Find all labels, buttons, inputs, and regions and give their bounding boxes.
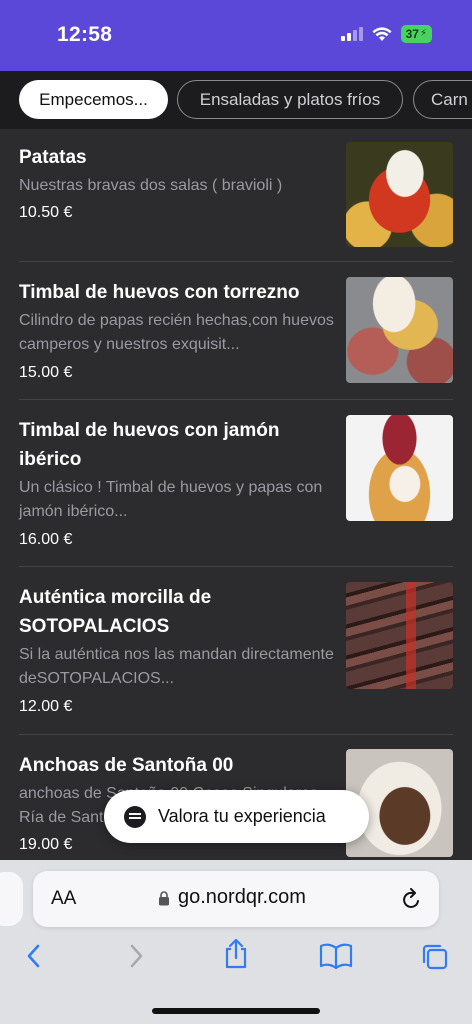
lock-icon [159,891,169,906]
item-price: 15.00 € [19,364,73,381]
battery-indicator: 37 ⚡ [400,25,432,43]
address-bar[interactable]: AA go.nordqr.com [33,871,439,927]
tab-ensaladas[interactable]: Ensaladas y platos fríos [177,80,403,119]
tab-empecemos[interactable]: Empecemos... [19,80,168,119]
previous-tab-peek[interactable] [0,872,23,926]
status-icons: 37 ⚡ [340,25,432,43]
rate-experience-label: Valora tu experiencia [158,806,326,826]
item-name: Auténtica morcilla de SOTOPALACIOS [19,587,212,637]
item-price: 12.00 € [19,698,73,715]
rate-experience-button[interactable]: Valora tu experiencia [104,790,369,843]
tab-carnes[interactable]: Carn [413,80,472,119]
category-tabs: Empecemos... Ensaladas y platos fríos Ca… [0,71,472,129]
menu-list: Patatas Nuestras bravas dos salas ( brav… [0,129,472,860]
item-photo[interactable] [346,582,453,689]
signal-icon [340,27,363,41]
menu-item[interactable]: Patatas Nuestras bravas dos salas ( brav… [0,129,472,262]
status-bar: 12:58 37 ⚡ [0,0,472,71]
item-price: 10.50 € [19,204,73,221]
battery-level: 37 [405,27,419,41]
item-name: Timbal de huevos con jamón ibérico [19,420,280,470]
item-description: Nuestras bravas dos salas ( bravioli ) [19,177,283,194]
reload-icon[interactable] [401,887,423,911]
item-photo[interactable] [346,142,453,247]
menu-item[interactable]: Timbal de huevos con jamón ibérico Un cl… [0,400,472,567]
item-description: Un clásico ! Timbal de huevos y papas co… [19,479,323,520]
item-price: 19.00 € [19,836,73,853]
reader-options-button[interactable]: AA [51,888,76,910]
item-photo[interactable] [346,277,453,383]
tabs-icon[interactable] [420,942,450,972]
forward-icon[interactable] [126,942,146,970]
wifi-icon [372,26,392,41]
charging-bolt-icon: ⚡ [419,28,427,39]
item-price: 16.00 € [19,531,73,548]
bookmarks-icon[interactable] [319,942,353,970]
url-text[interactable]: go.nordqr.com [178,886,306,909]
browser-toolbar: AA go.nordqr.com [0,860,472,1024]
status-time: 12:58 [57,23,113,46]
chat-bubble-icon [124,805,146,828]
item-name: Patatas [19,147,87,168]
navigation-toolbar [0,938,472,982]
item-name: Anchoas de Santoña 00 [19,755,234,776]
item-name: Timbal de huevos con torrezno [19,282,300,303]
back-icon[interactable] [24,942,44,970]
item-photo[interactable] [346,415,453,521]
home-indicator [152,1008,320,1014]
item-description: Si la auténtica nos las mandan directame… [19,646,334,687]
menu-item[interactable]: Timbal de huevos con torrezno Cilindro d… [0,262,472,400]
menu-item[interactable]: Auténtica morcilla de SOTOPALACIOS Si la… [0,567,472,735]
item-description: Cilindro de papas recién hechas,con huev… [19,312,334,353]
share-icon[interactable] [222,938,250,970]
